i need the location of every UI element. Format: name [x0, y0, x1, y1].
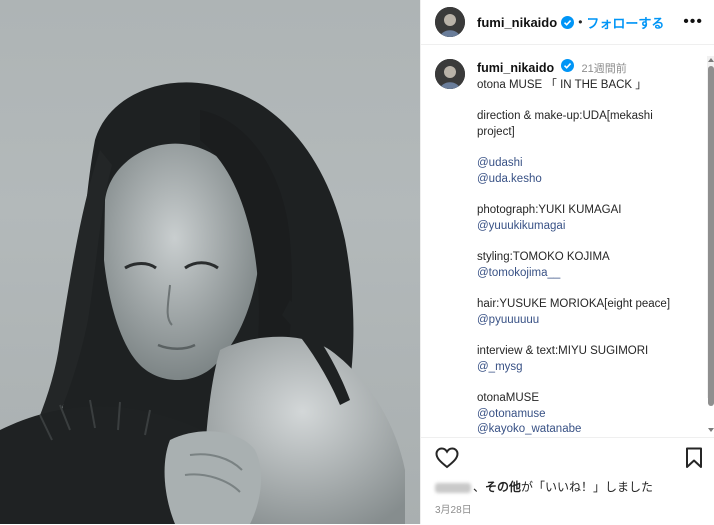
- scroll-up-arrow-icon[interactable]: [708, 58, 714, 62]
- likes-summary[interactable]: 、その他が「いいね！」しました: [421, 478, 714, 495]
- avatar[interactable]: [435, 7, 465, 37]
- caption-scroll-area[interactable]: fumi_nikaido 21週間前 otona MUSE 「 IN THE B…: [421, 45, 714, 437]
- caption-avatar-image: [435, 59, 465, 89]
- post-photo[interactable]: [0, 0, 420, 524]
- mention-link[interactable]: @tomokojima__: [477, 266, 687, 282]
- caption-time[interactable]: 21週間前: [582, 63, 627, 75]
- caption-line: otonaMUSE: [477, 392, 540, 404]
- follow-button[interactable]: フォローする: [586, 13, 664, 32]
- scroll-down-arrow-icon[interactable]: [708, 428, 714, 432]
- caption-username[interactable]: fumi_nikaido: [477, 61, 554, 75]
- more-options-icon[interactable]: •••: [683, 13, 703, 31]
- post-side-panel: fumi_nikaido • フォローする ••• fumi_nikaido 2…: [420, 0, 714, 525]
- post-modal: fumi_nikaido • フォローする ••• fumi_nikaido 2…: [0, 0, 714, 525]
- header-separator: •: [578, 15, 583, 29]
- likes-others[interactable]: その他: [485, 480, 521, 494]
- caption-line: direction & make-up:UDA[mekashi project]: [477, 110, 656, 138]
- scrollbar-thumb[interactable]: [708, 66, 714, 406]
- blurred-username: [435, 482, 471, 493]
- mention-link[interactable]: @kayoko_watanabe: [477, 422, 687, 437]
- mention-link[interactable]: @otonamuse: [477, 407, 687, 423]
- post-header: fumi_nikaido • フォローする •••: [421, 0, 714, 45]
- caption-line: otona MUSE 「 IN THE BACK 」: [477, 78, 647, 91]
- mention-link[interactable]: @yuuukikumagai: [477, 219, 687, 235]
- mention-link[interactable]: @uda.kesho: [477, 172, 687, 188]
- caption-avatar[interactable]: [435, 59, 465, 89]
- caption-line: styling:TOMOKO KOJIMA: [477, 251, 610, 263]
- caption: fumi_nikaido 21週間前 otona MUSE 「 IN THE B…: [421, 45, 714, 437]
- caption-line: hair:YUSUKE MORIOKA[eight peace]: [477, 298, 671, 310]
- caption-verified-badge-icon: [561, 59, 575, 72]
- mention-link[interactable]: @udashi: [477, 156, 687, 172]
- caption-line: photograph:YUKI KUMAGAI: [477, 204, 622, 216]
- avatar-image: [435, 7, 465, 37]
- caption-body: fumi_nikaido 21週間前 otona MUSE 「 IN THE B…: [477, 59, 687, 437]
- post-actions: 、その他が「いいね！」しました 3月28日: [421, 437, 714, 525]
- verified-badge-icon: [561, 15, 575, 29]
- portrait-image: [0, 82, 405, 524]
- likes-prefix: 、: [473, 480, 486, 494]
- mention-link[interactable]: @_mysg: [477, 360, 687, 376]
- bookmark-icon[interactable]: [685, 447, 703, 469]
- header-username[interactable]: fumi_nikaido: [477, 15, 557, 30]
- mention-link[interactable]: @pyuuuuuu: [477, 313, 687, 329]
- heart-icon[interactable]: [435, 447, 459, 469]
- scrollbar[interactable]: [707, 56, 714, 406]
- caption-line: interview & text:MIYU SUGIMORI: [477, 345, 649, 357]
- post-date[interactable]: 3月28日: [421, 501, 714, 516]
- likes-suffix: が「いいね！」しました: [521, 480, 654, 494]
